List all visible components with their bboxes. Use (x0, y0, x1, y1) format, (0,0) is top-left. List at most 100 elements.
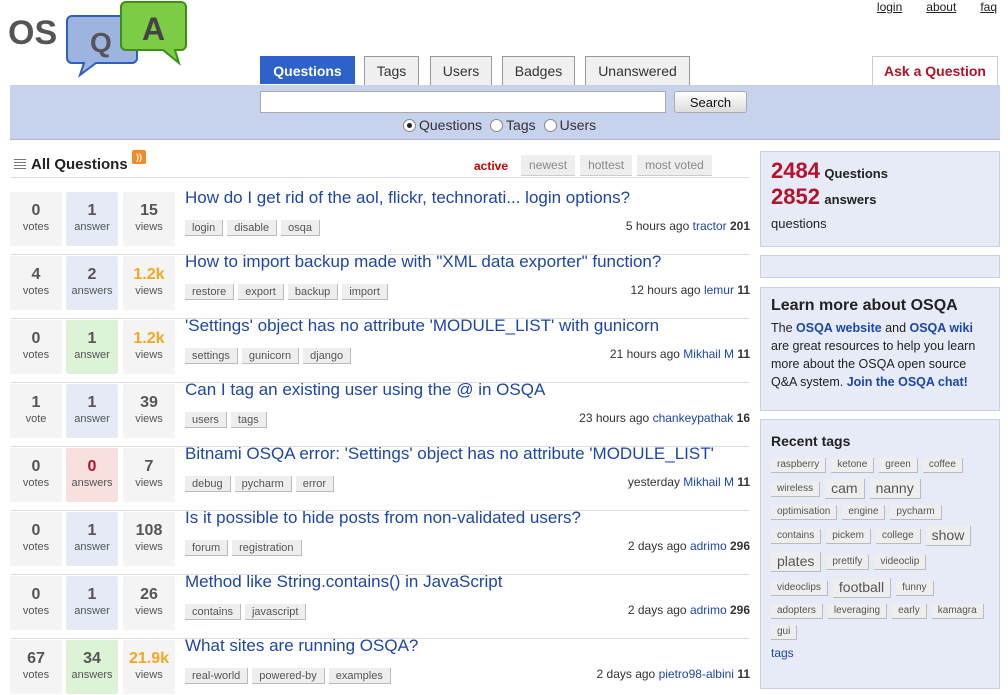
question-tag[interactable]: restore (185, 284, 235, 300)
sort-tabs: active newest hottest most voted (466, 155, 717, 176)
user-link[interactable]: pietro98-albini (659, 667, 734, 681)
recent-tag[interactable]: pycharm (890, 505, 942, 520)
recent-tag[interactable]: prettify (826, 554, 870, 570)
recent-tag[interactable]: raspberry (771, 458, 827, 473)
user-link[interactable]: Mikhail M (683, 475, 734, 489)
radio-icon[interactable] (490, 118, 504, 132)
recent-tag[interactable]: pickem (826, 528, 871, 544)
user-link[interactable]: adrimo (690, 539, 727, 553)
question-tag[interactable]: tags (230, 412, 267, 428)
question-tag[interactable]: debug (185, 476, 231, 492)
question-tag[interactable]: registration (232, 540, 302, 556)
sort-newest[interactable]: newest (521, 155, 576, 176)
sort-hottest[interactable]: hottest (580, 155, 633, 176)
question-tag[interactable]: powered-by (252, 668, 325, 684)
question-tag[interactable]: users (185, 412, 227, 428)
answers-label: answer (74, 221, 110, 233)
question-tag[interactable]: export (238, 284, 284, 300)
user-reputation: 296 (729, 539, 750, 553)
osqa-wiki-link[interactable]: OSQA wiki (910, 321, 973, 335)
login-link[interactable]: login (877, 0, 902, 14)
question-tag[interactable]: disable (227, 220, 278, 236)
tab-users[interactable]: Users (430, 56, 492, 85)
recent-tag[interactable]: kamagra (931, 604, 984, 619)
recent-tag[interactable]: green (879, 458, 918, 473)
recent-tag[interactable]: show (925, 526, 972, 546)
search-button[interactable]: Search (674, 91, 747, 113)
about-link[interactable]: about (926, 0, 956, 14)
views-label: views (135, 413, 163, 425)
rss-feed-icon[interactable]: )) (132, 150, 146, 164)
recent-tag[interactable]: wireless (771, 481, 821, 497)
recent-tag[interactable]: college (875, 528, 921, 544)
user-link[interactable]: adrimo (690, 603, 727, 617)
osqa-website-link[interactable]: OSQA website (796, 321, 882, 335)
question-tag[interactable]: import (342, 284, 388, 300)
sort-most-voted[interactable]: most voted (637, 155, 712, 176)
question-meta: 23 hours ago chankeypathak 16 (579, 411, 750, 425)
tab-unanswered[interactable]: Unanswered (585, 56, 690, 85)
recent-tag[interactable]: nanny (869, 479, 921, 499)
user-link[interactable]: Mikhail M (683, 347, 734, 361)
question-tag[interactable]: login (185, 220, 224, 236)
recent-tag[interactable]: leveraging (827, 604, 888, 619)
user-link[interactable]: chankeypathak (653, 411, 734, 425)
osqa-logo[interactable]: OS Q A (8, 0, 193, 78)
tab-badges[interactable]: Badges (502, 56, 575, 85)
radio-icon[interactable] (543, 118, 557, 132)
user-link[interactable]: tractor (693, 219, 727, 233)
search-bar: Search Questions Tags Users (10, 85, 1000, 140)
question-title-link[interactable]: Is it possible to hide posts from non-va… (185, 508, 581, 528)
question-tag[interactable]: error (295, 476, 335, 492)
question-tag[interactable]: backup (287, 284, 339, 300)
question-tag[interactable]: gunicorn (241, 348, 300, 364)
question-tag[interactable]: real-world (185, 668, 249, 684)
recent-tag[interactable]: videoclips (771, 580, 828, 596)
question-tag[interactable]: django (303, 348, 352, 364)
question-tag[interactable]: osqa (281, 220, 320, 236)
question-title-link[interactable]: Bitnami OSQA error: 'Settings' object ha… (185, 444, 714, 464)
recent-tag[interactable]: adopters (771, 604, 823, 619)
sort-active[interactable]: active (466, 155, 517, 176)
question-tag[interactable]: settings (185, 348, 238, 364)
question-tags: forum registration (185, 540, 306, 556)
recent-tag[interactable]: plates (771, 552, 822, 572)
scope-questions[interactable]: Questions (403, 117, 482, 133)
recent-tag[interactable]: coffee (922, 458, 963, 473)
question-tag[interactable]: pycharm (234, 476, 292, 492)
recent-tag[interactable]: gui (771, 625, 798, 640)
tab-tags[interactable]: Tags (364, 56, 419, 85)
user-link[interactable]: lemur (704, 283, 734, 297)
recent-tag[interactable]: early (892, 604, 927, 619)
answers-number: 1 (87, 330, 97, 347)
recent-tag[interactable]: football (832, 578, 892, 598)
question-title-link[interactable]: How do I get rid of the aol, flickr, tec… (185, 188, 630, 208)
radio-selected-icon[interactable] (403, 118, 416, 132)
scope-users[interactable]: Users (543, 117, 596, 133)
all-tags-link[interactable]: tags (771, 646, 989, 660)
tab-questions[interactable]: Questions (260, 56, 355, 84)
recent-tag[interactable]: optimisation (771, 505, 838, 520)
question-tag[interactable]: forum (185, 540, 229, 556)
recent-tag[interactable]: videoclip (874, 554, 927, 570)
question-title-link[interactable]: How to import backup made with "XML data… (185, 252, 661, 272)
question-title-link[interactable]: 'Settings' object has no attribute 'MODU… (185, 316, 659, 336)
question-tag[interactable]: examples (328, 668, 391, 684)
question-tag[interactable]: javascript (244, 604, 307, 620)
osqa-chat-link[interactable]: Join the OSQA chat! (847, 375, 968, 389)
votes-count: 0 votes (10, 448, 62, 502)
recent-tag[interactable]: funny (896, 580, 934, 596)
faq-link[interactable]: faq (980, 0, 997, 14)
scope-tags[interactable]: Tags (490, 117, 536, 133)
recent-tag[interactable]: cam (825, 479, 865, 499)
question-title-link[interactable]: Can I tag an existing user using the @ i… (185, 380, 545, 400)
recent-tag[interactable]: ketone (831, 458, 875, 473)
question-tag[interactable]: contains (185, 604, 241, 620)
recent-tag[interactable]: engine (842, 505, 886, 520)
search-input[interactable] (260, 91, 666, 113)
question-title-link[interactable]: Method like String.contains() in JavaScr… (185, 572, 502, 592)
recent-tag[interactable]: contains (771, 528, 822, 544)
user-reputation: 11 (737, 667, 750, 681)
ask-question-button[interactable]: Ask a Question (872, 56, 998, 85)
question-title-link[interactable]: What sites are running OSQA? (185, 636, 418, 656)
